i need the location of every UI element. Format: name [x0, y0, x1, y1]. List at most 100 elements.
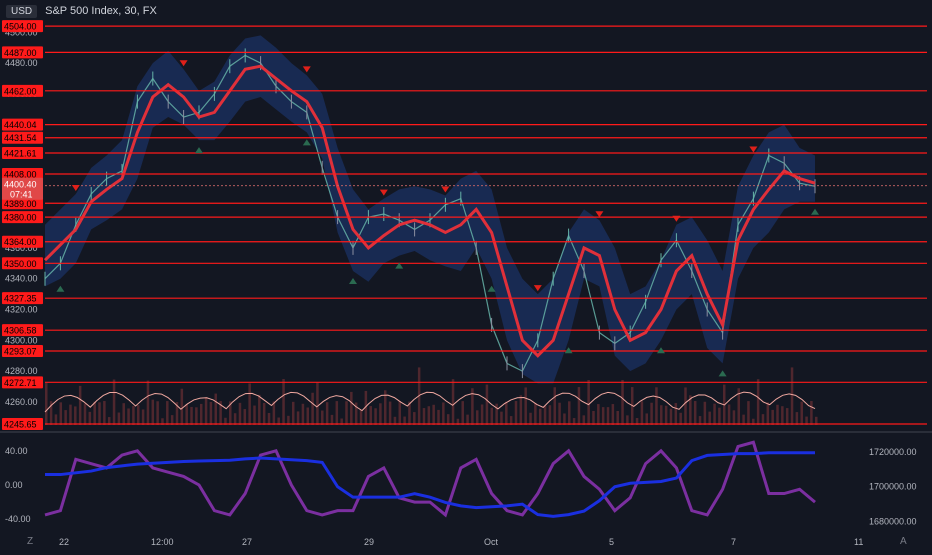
volume-bar	[640, 401, 644, 425]
volume-bar	[480, 404, 484, 425]
level-label: 4364.00	[4, 237, 37, 247]
volume-bar	[350, 391, 353, 425]
volume-bar	[253, 405, 256, 425]
symbol-title[interactable]: S&P 500 Index, 30, FX	[45, 5, 157, 17]
oscillator-left-tick: 0.00	[5, 480, 23, 490]
price-axis-tick-label: 4260.00	[5, 397, 38, 407]
volume-bar	[93, 401, 96, 425]
level-label: 4487.00	[4, 48, 37, 58]
level-label: 4389.00	[4, 199, 37, 209]
volume-bar	[442, 402, 445, 425]
level-label: 4293.07	[4, 346, 37, 356]
sell-signal-arrow	[595, 211, 604, 218]
volume-bar	[538, 408, 542, 425]
volume-bar	[621, 379, 624, 425]
volume-bar	[679, 412, 682, 425]
chart-canvas[interactable]: 4500.004480.004460.004440.004420.004400.…	[0, 0, 932, 550]
level-label: 4462.00	[4, 86, 37, 96]
volume-bar	[272, 401, 276, 425]
volume-bar	[267, 413, 271, 425]
volume-bar	[563, 413, 566, 425]
volume-bar	[156, 401, 159, 425]
volume-bar	[359, 409, 363, 425]
level-label: 4504.00	[4, 22, 37, 32]
volume-bar	[437, 409, 440, 425]
volume-bar	[204, 397, 208, 425]
volume-bar	[427, 406, 431, 425]
volume-bar	[243, 409, 247, 425]
volume-bar	[199, 403, 203, 425]
auto-scale-button[interactable]: A	[900, 536, 907, 547]
price-axis-tick-label: 4280.00	[5, 366, 38, 376]
currency-badge[interactable]: USD	[6, 4, 38, 18]
volume-bar	[684, 387, 687, 425]
volume-bar	[446, 414, 450, 425]
volume-bar	[214, 393, 217, 425]
volume-bar	[151, 399, 155, 425]
volume-bar	[291, 401, 295, 425]
volume-bar	[335, 401, 339, 425]
volume-bar	[74, 406, 77, 425]
volume-bar	[132, 405, 135, 425]
volume-bar	[727, 404, 731, 425]
timezone-button[interactable]: Z	[27, 536, 33, 547]
buy-signal-arrow	[56, 285, 65, 292]
sell-signal-arrow	[672, 215, 681, 222]
volume-bar	[693, 401, 697, 425]
volume-bar	[258, 394, 261, 425]
buy-signal-arrow	[657, 347, 665, 354]
volume-bar	[713, 403, 716, 425]
volume-bar	[718, 407, 721, 425]
volume-bar	[141, 409, 145, 425]
oscillator-right-tick: 1680000.00	[869, 517, 917, 527]
oscillator-right-tick: 1720000.00	[869, 447, 917, 457]
volume-bar	[490, 407, 494, 425]
time-axis-tick-label: Oct	[484, 537, 499, 547]
volume-bar	[476, 410, 479, 425]
sell-signal-arrow	[533, 285, 542, 292]
volume-bar	[306, 407, 310, 425]
price-axis-tick-label: 4300.00	[5, 335, 38, 345]
volume-bar	[209, 401, 213, 425]
volume-bar	[785, 408, 789, 425]
volume-bar	[88, 411, 92, 425]
level-label: 4272.71	[4, 378, 37, 388]
volume-bar	[83, 403, 87, 425]
buy-signal-arrow	[564, 347, 573, 354]
volume-bar	[78, 385, 82, 425]
volume-bar	[568, 401, 571, 425]
volume-bar	[776, 404, 779, 425]
volume-bar	[262, 402, 266, 425]
volume-bar	[553, 387, 556, 425]
volume-bar	[601, 407, 605, 425]
volume-bar	[374, 408, 377, 425]
volume-bar	[195, 407, 198, 425]
volume-bar	[800, 401, 803, 425]
buy-signal-arrow	[349, 278, 357, 285]
volume-bar	[500, 411, 503, 425]
volume-bar	[122, 403, 125, 425]
volume-bar	[606, 407, 610, 425]
volume-bar	[485, 384, 489, 425]
volume-bar	[311, 392, 314, 425]
volume-bar	[669, 408, 673, 425]
volume-bar	[543, 405, 547, 425]
volume-bar	[766, 402, 770, 425]
chart-root: 4500.004480.004460.004440.004420.004400.…	[0, 0, 932, 550]
volume-bar	[795, 412, 799, 425]
buy-signal-arrow	[302, 139, 311, 146]
volume-bar	[810, 401, 813, 425]
time-axis-tick-label: 7	[731, 537, 736, 547]
volume-bar	[238, 402, 242, 425]
volume-bar	[655, 387, 658, 425]
volume-bar	[422, 408, 426, 425]
level-label: 4350.00	[4, 259, 37, 269]
time-axis-tick-label: 27	[242, 537, 252, 547]
volume-bar	[592, 410, 595, 425]
volume-bar	[514, 401, 518, 425]
volume-bar	[650, 402, 653, 425]
volume-bar	[166, 401, 169, 425]
volume-bar	[180, 388, 184, 425]
buy-signal-arrow	[811, 208, 819, 215]
volume-bar	[703, 401, 707, 425]
